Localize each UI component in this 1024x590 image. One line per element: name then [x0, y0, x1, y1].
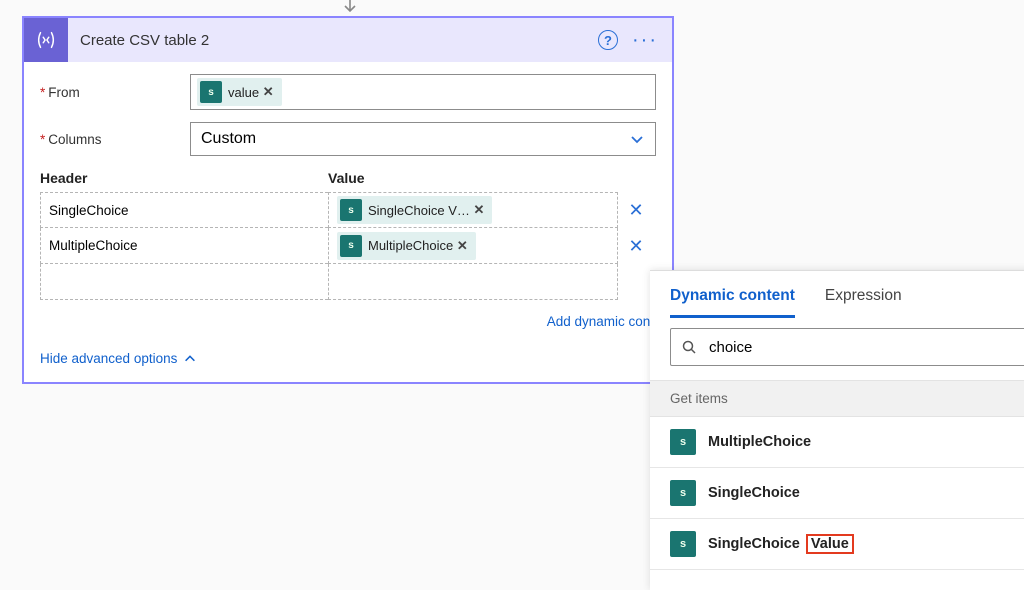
delete-row-icon[interactable]: ✕ — [618, 192, 654, 228]
columns-select[interactable]: Custom — [190, 122, 656, 156]
sharepoint-icon: s — [340, 235, 362, 257]
sharepoint-icon: s — [670, 480, 696, 506]
value-cell[interactable]: s MultipleChoice ✕ — [328, 228, 618, 264]
table-row: ✕ — [40, 264, 656, 300]
sharepoint-icon: s — [340, 199, 362, 221]
sharepoint-icon: s — [200, 81, 222, 103]
columns-table-headers: Header Value — [40, 168, 656, 192]
highlight-box: Value — [806, 534, 854, 554]
token-remove-icon[interactable]: ✕ — [474, 202, 487, 218]
token-multiplechoice[interactable]: s MultipleChoice ✕ — [337, 232, 476, 260]
field-from: *From s value ✕ — [40, 74, 656, 110]
action-card-create-csv-table: Create CSV table 2 ? ··· *From s value ✕… — [22, 16, 674, 384]
value-cell[interactable] — [328, 264, 618, 300]
sharepoint-icon: s — [670, 429, 696, 455]
dc-item-label: SingleChoice — [708, 485, 800, 501]
tab-expression[interactable]: Expression — [825, 287, 902, 318]
add-dynamic-content-link[interactable]: Add dynamic cont — [40, 314, 654, 329]
dc-item-singlechoice[interactable]: s SingleChoice — [650, 468, 1024, 519]
dc-search-input[interactable] — [707, 338, 1019, 357]
card-title: Create CSV table 2 — [68, 32, 598, 49]
columns-label: *Columns — [40, 132, 190, 147]
header-cell[interactable]: MultipleChoice — [40, 228, 328, 264]
from-input[interactable]: s value ✕ — [190, 74, 656, 110]
card-header[interactable]: Create CSV table 2 ? ··· — [24, 18, 672, 62]
hide-advanced-options-link[interactable]: Hide advanced options — [40, 351, 197, 366]
token-remove-icon[interactable]: ✕ — [457, 238, 470, 254]
token-singlechoice-value[interactable]: s SingleChoice V… ✕ — [337, 196, 492, 224]
dc-section-header: Get items — [650, 380, 1024, 417]
table-row: MultipleChoice s MultipleChoice ✕ ✕ — [40, 228, 656, 264]
token-value[interactable]: s value ✕ — [197, 78, 282, 106]
table-row: SingleChoice s SingleChoice V… ✕ ✕ — [40, 192, 656, 228]
dc-item-multiplechoice[interactable]: s MultipleChoice — [650, 417, 1024, 468]
token-label: value — [228, 85, 259, 100]
col-header-header: Header — [40, 170, 328, 186]
token-remove-icon[interactable]: ✕ — [263, 84, 276, 100]
header-cell[interactable]: SingleChoice — [40, 192, 328, 228]
chevron-down-icon — [629, 131, 645, 147]
value-cell[interactable]: s SingleChoice V… ✕ — [328, 192, 618, 228]
search-icon — [681, 339, 697, 355]
chevron-up-icon — [183, 352, 197, 366]
dc-item-label: SingleChoice — [708, 536, 800, 552]
col-header-value: Value — [328, 170, 656, 186]
action-icon — [24, 18, 68, 62]
help-icon[interactable]: ? — [598, 30, 618, 50]
token-label: MultipleChoice — [368, 238, 453, 253]
dc-search-field[interactable] — [670, 328, 1024, 366]
dynamic-content-panel: Dynamic content Expression Get items s M… — [650, 270, 1024, 590]
field-columns: *Columns Custom — [40, 122, 656, 156]
header-cell[interactable] — [40, 264, 328, 300]
columns-value: Custom — [201, 130, 256, 148]
flow-arrow-down-icon — [340, 0, 360, 16]
delete-row-icon[interactable]: ✕ — [618, 228, 654, 264]
sharepoint-icon: s — [670, 531, 696, 557]
from-label: *From — [40, 85, 190, 100]
more-menu-icon[interactable]: ··· — [632, 30, 658, 50]
token-label: SingleChoice V… — [368, 203, 470, 218]
dc-item-singlechoice-value[interactable]: s SingleChoice Value — [650, 519, 1024, 570]
tab-dynamic-content[interactable]: Dynamic content — [670, 287, 795, 318]
dc-tabs: Dynamic content Expression — [650, 271, 1024, 318]
dc-item-label: MultipleChoice — [708, 434, 811, 450]
